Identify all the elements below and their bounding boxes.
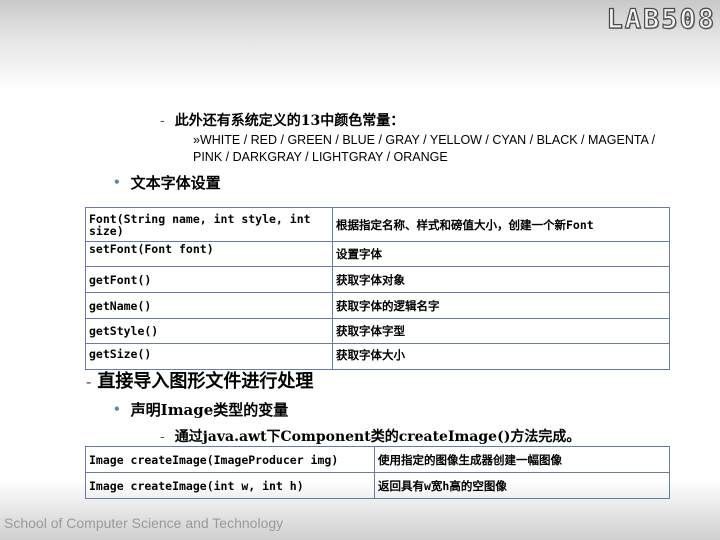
dash-marker: -: [160, 113, 165, 129]
table-row: getName() 获取字体的逻辑名字: [85, 292, 670, 319]
table-row: getFont() 获取字体对象: [85, 266, 670, 293]
color-constants-list: »WHITE / RED / GREEN / BLUE / GRAY / YEL…: [193, 133, 656, 164]
method-cell: getName(): [85, 292, 333, 319]
lab-logo: LAB508: [606, 3, 716, 35]
table-row: setFont(Font font) 设置字体: [85, 241, 670, 267]
font-section-title: 文本字体设置: [130, 174, 221, 192]
method-cell: setFont(Font font): [85, 241, 333, 267]
font-section-heading: • 文本字体设置: [113, 172, 221, 193]
color-constants-line: - 此外还有系统定义的13中颜色常量：: [160, 110, 404, 130]
method-cell: Image createImage(int w, int h): [85, 472, 375, 499]
table-row: getStyle() 获取字体字型: [85, 318, 670, 344]
color-constants-text: 此外还有系统定义的13中颜色常量：: [174, 113, 405, 129]
font-methods-table: Font(String name, int style, int size) 根…: [85, 207, 670, 370]
desc-cell: 设置字体: [332, 241, 670, 267]
create-image-text: 通过java.awt下Component类的createImage()方法完成。: [174, 429, 581, 445]
desc-cell: 返回具有w宽h高的空图像: [374, 472, 670, 499]
table-row: Font(String name, int style, int size) 根…: [85, 207, 670, 242]
image-section-title: 声明Image类型的变量: [130, 401, 289, 419]
desc-cell: 使用指定的图像生成器创建一幅图像: [374, 446, 670, 473]
image-methods-table: Image createImage(ImageProducer img) 使用指…: [85, 446, 670, 499]
desc-cell: 获取字体字型: [332, 318, 670, 344]
desc-cell: 获取字体的逻辑名字: [332, 292, 670, 319]
desc-cell: 根据指定名称、样式和磅值大小，创建一个新Font: [332, 207, 670, 242]
desc-cell: 获取字体大小: [332, 343, 670, 370]
image-import-heading: - 直接导入图形文件进行处理: [86, 367, 313, 393]
bullet-marker: •: [113, 175, 121, 189]
bullet-marker: •: [113, 402, 121, 416]
dash-marker: -: [160, 429, 165, 445]
table-row: getSize() 获取字体大小: [85, 343, 670, 370]
footer-text: School of Computer Science and Technolog…: [4, 515, 284, 531]
method-cell: getFont(): [85, 266, 333, 293]
image-section-heading: • 声明Image类型的变量: [113, 399, 288, 420]
table-row: Image createImage(ImageProducer img) 使用指…: [85, 446, 670, 473]
dash-marker: -: [86, 372, 92, 391]
create-image-line: - 通过java.awt下Component类的createImage()方法完成…: [160, 426, 580, 446]
method-cell: Font(String name, int style, int size): [85, 207, 333, 242]
table-row: Image createImage(int w, int h) 返回具有w宽h高…: [85, 472, 670, 499]
desc-cell: 获取字体对象: [332, 266, 670, 293]
method-cell: getStyle(): [85, 318, 333, 344]
method-cell: Image createImage(ImageProducer img): [85, 446, 375, 473]
method-cell: getSize(): [85, 343, 333, 370]
image-import-text: 直接导入图形文件进行处理: [97, 371, 314, 392]
